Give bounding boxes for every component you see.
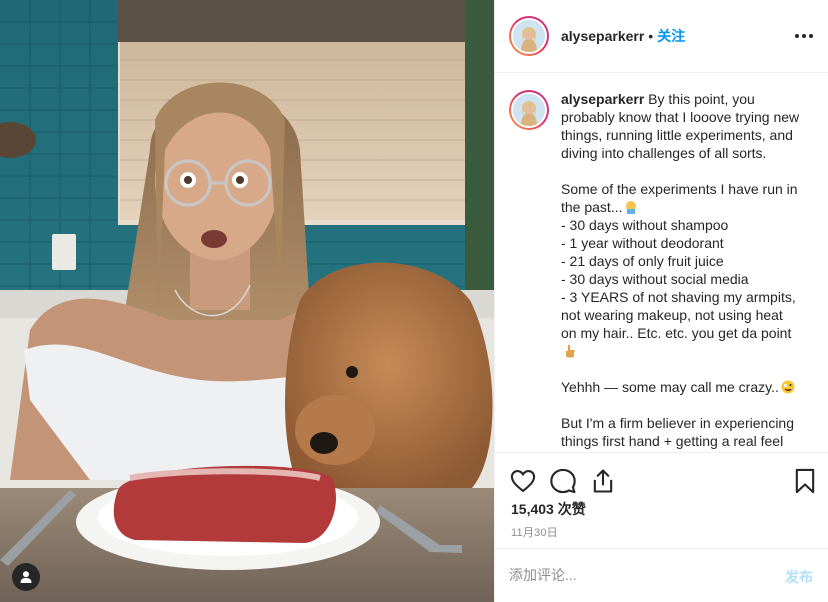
save-button[interactable] [791,467,819,495]
comment-button[interactable] [549,467,577,495]
comment-icon [550,468,576,494]
caption: alyseparkerr By this point, you probably… [509,90,815,450]
post-comment-button[interactable]: 发布 [785,567,813,587]
caption-line: - 30 days without social media [561,271,749,287]
caption-line: But I'm a firm believer in experiencing … [561,415,794,449]
comments-section[interactable]: alyseparkerr By this point, you probably… [495,74,828,452]
more-options-icon[interactable] [795,28,815,44]
post-date[interactable]: 11月30日 [511,524,558,540]
scientist-emoji-icon [626,201,637,214]
caption-avatar[interactable] [509,90,549,130]
post-header: alyseparkerr • 关注 [495,0,828,73]
caption-line: - 1 year without deodorant [561,235,724,251]
caption-line: Yehhh — some may call me crazy.. [561,379,779,395]
comment-input[interactable] [509,563,759,587]
avatar-image [513,20,545,52]
caption-line: Some of the experiments I have run in th… [561,181,798,215]
share-icon [593,469,613,493]
heart-icon [510,470,536,493]
bookmark-icon [795,468,815,494]
post-photo[interactable] [0,0,494,602]
likes-count[interactable]: 15,403 次赞 [511,499,586,519]
caption-line: - 21 days of only fruit juice [561,253,724,269]
separator-dot: • [648,28,654,44]
avatar-image [513,94,545,126]
post-sidebar: alyseparkerr • 关注 alyseparkerr By this p… [494,0,828,602]
follow-button[interactable]: 关注 [657,26,685,46]
comment-bar: 发布 [495,548,828,602]
like-button[interactable] [509,467,537,495]
pointing-hand-emoji-icon [566,345,575,358]
post-image [0,0,494,602]
tagged-users-button[interactable] [12,563,40,591]
share-button[interactable] [589,467,617,495]
caption-username[interactable]: alyseparkerr [561,91,644,107]
caption-line: - 3 YEARS of not shaving my armpits, not… [561,289,796,341]
header-username[interactable]: alyseparkerr [561,28,644,44]
avatar[interactable] [509,16,549,56]
crazy-face-emoji-icon [781,380,795,394]
user-tag-icon [20,571,32,583]
caption-text: alyseparkerr By this point, you probably… [561,90,801,450]
caption-line: - 30 days without shampoo [561,217,729,233]
